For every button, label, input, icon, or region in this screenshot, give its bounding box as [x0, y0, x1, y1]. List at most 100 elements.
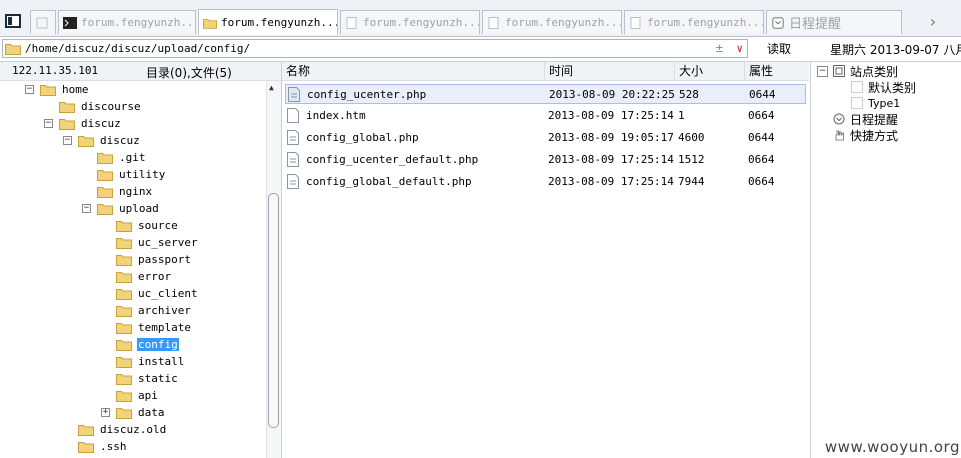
- folder-icon: [116, 357, 132, 368]
- tab-1[interactable]: forum.fengyunzh...: [58, 10, 196, 34]
- server-ip: 122.11.35.101: [12, 64, 99, 77]
- tab-4[interactable]: forum.fengyunzh...: [482, 10, 622, 34]
- folder-icon: [116, 272, 132, 283]
- folder-icon: [116, 323, 132, 334]
- directory-pane: 122.11.35.101 目录(0),文件(5) home − discourse…: [0, 62, 282, 458]
- directory-tree: home − discourse discuz − discuz − .git utility n…: [0, 81, 266, 458]
- tree-node-label: upload: [119, 202, 159, 215]
- tree-node-label: error: [138, 270, 172, 283]
- file-attr: 0644: [749, 88, 776, 101]
- tree-node[interactable]: install: [116, 353, 185, 370]
- tree-node[interactable]: error: [116, 268, 172, 285]
- type1-node[interactable]: Type1: [851, 95, 900, 111]
- folder-icon: [97, 204, 113, 215]
- collapse-icon[interactable]: −: [25, 85, 34, 94]
- panel-toggle-icon[interactable]: [5, 14, 21, 28]
- scroll-up-icon[interactable]: ▲: [269, 83, 274, 92]
- file-name: index.htm: [306, 109, 366, 122]
- tree-node[interactable]: uc_server: [116, 234, 199, 251]
- read-button[interactable]: 读取: [752, 39, 806, 58]
- tab-2-active[interactable]: forum.fengyunzh...: [198, 9, 338, 35]
- tree-node[interactable]: discuz: [59, 115, 122, 132]
- dropdown-arrow-icon[interactable]: ∨: [736, 42, 743, 55]
- file-attr: 0664: [748, 153, 775, 166]
- tree-node[interactable]: template: [116, 319, 192, 336]
- category-item-icon: [851, 97, 863, 109]
- file-row[interactable]: config_global_default.php 2013-08-09 17:2…: [285, 172, 806, 192]
- file-name: config_ucenter.php: [307, 88, 427, 101]
- schedule-icon: [772, 16, 784, 29]
- tree-node[interactable]: api: [116, 387, 159, 404]
- tree-node[interactable]: utility: [97, 166, 166, 183]
- collapse-icon[interactable]: −: [817, 65, 828, 77]
- tree-node[interactable]: .git: [97, 149, 147, 166]
- tree-node[interactable]: archiver: [116, 302, 192, 319]
- tab-bar: forum.fengyunzh... forum.fengyunzh... fo…: [0, 0, 961, 37]
- file-row[interactable]: config_ucenter_default.php 2013-08-09 17:…: [285, 150, 806, 170]
- tab-scroll-right-icon[interactable]: ›: [928, 12, 938, 31]
- expand-icon[interactable]: +: [101, 408, 110, 417]
- col-size[interactable]: 大小: [674, 62, 744, 80]
- tree-node[interactable]: data: [116, 404, 166, 421]
- tree-node[interactable]: discuz: [78, 132, 141, 149]
- tree-node[interactable]: uc_client: [116, 285, 199, 302]
- tree-node[interactable]: upload: [97, 200, 160, 217]
- watermark: www.wooyun.org: [824, 438, 960, 456]
- tree-node-label: config: [137, 338, 179, 351]
- col-name[interactable]: 名称: [282, 62, 544, 80]
- tree-node-label: discuz.old: [100, 423, 167, 436]
- path-input[interactable]: /home/discuz/discuz/upload/config/ ± ∨: [2, 39, 748, 58]
- tree-node[interactable]: discuz.old: [78, 421, 167, 438]
- tree-node[interactable]: config: [116, 336, 179, 353]
- tree-node[interactable]: home: [40, 81, 90, 98]
- folder-icon: [116, 391, 132, 402]
- tree-node-label: passport: [138, 253, 191, 266]
- tree-scrollbar[interactable]: ▲: [266, 81, 281, 458]
- schedule-node[interactable]: 日程提醒: [833, 111, 898, 127]
- category-icon: [833, 65, 845, 77]
- tab-label: forum.fengyunzh...: [363, 16, 480, 29]
- tree-node-label: archiver: [138, 304, 191, 317]
- file-name: config_global.php: [306, 131, 419, 144]
- collapse-icon[interactable]: −: [63, 136, 72, 145]
- col-time[interactable]: 时间: [544, 62, 674, 80]
- date-display: 星期六 2013-09-07 八月: [830, 43, 961, 57]
- folder-icon: [5, 44, 21, 55]
- file-row[interactable]: config_global.php 2013-08-09 19:05:17 4600…: [285, 128, 806, 148]
- file-time: 2013-08-09 17:25:14: [548, 109, 674, 122]
- shortcut-node[interactable]: 快捷方式: [833, 127, 898, 143]
- tab-5[interactable]: forum.fengyunzh...: [624, 10, 764, 34]
- scrollbar-thumb[interactable]: [268, 193, 279, 428]
- tree-node[interactable]: passport: [116, 251, 192, 268]
- col-attr[interactable]: 属性: [744, 62, 809, 80]
- file-attr: 0644: [748, 131, 775, 144]
- collapse-icon[interactable]: −: [82, 204, 91, 213]
- file-time: 2013-08-09 17:25:14: [548, 175, 674, 188]
- php-file-icon: [287, 152, 299, 167]
- php-file-icon: [287, 130, 299, 145]
- file-row[interactable]: config_ucenter.php 2013-08-09 20:22:25 528…: [285, 84, 806, 104]
- blank-tab-icon: [36, 17, 48, 28]
- tree-node[interactable]: nginx: [97, 183, 153, 200]
- page-icon: [488, 16, 499, 29]
- tree-node-label: utility: [119, 168, 166, 181]
- tab-3[interactable]: forum.fengyunzh...: [340, 10, 480, 34]
- tree-node-label: nginx: [119, 185, 153, 198]
- folder-icon: [78, 136, 94, 147]
- tab-schedule[interactable]: 日程提醒: [766, 10, 902, 34]
- page-icon: [630, 16, 641, 29]
- file-row[interactable]: index.htm 2013-08-09 17:25:14 1 0664: [285, 106, 806, 126]
- tree-node[interactable]: discourse: [59, 98, 142, 115]
- tree-node[interactable]: source: [116, 217, 179, 234]
- php-file-icon: [288, 87, 300, 102]
- tree-node[interactable]: .ssh: [78, 438, 128, 455]
- path-text: /home/discuz/discuz/upload/config/: [25, 42, 251, 55]
- default-category-node[interactable]: 默认类别: [851, 79, 916, 95]
- site-category-node[interactable]: − 站点类别: [817, 63, 898, 79]
- tree-node-label: discuz: [81, 117, 121, 130]
- tree-node[interactable]: static: [116, 370, 179, 387]
- tab-blank[interactable]: [30, 10, 56, 34]
- folder-icon: [116, 238, 132, 249]
- plus-minus-icon[interactable]: ±: [716, 41, 723, 55]
- collapse-icon[interactable]: −: [44, 119, 53, 128]
